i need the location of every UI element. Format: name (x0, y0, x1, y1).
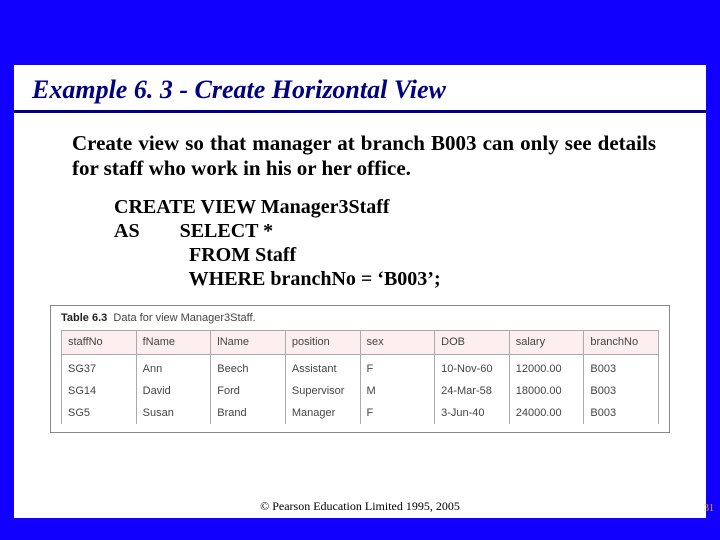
cell: SG37 (62, 354, 137, 380)
cell: Beech (211, 354, 286, 380)
slide-title: Example 6. 3 - Create Horizontal View (32, 75, 688, 105)
cell: Susan (136, 402, 211, 424)
table-caption: Table 6.3 Data for view Manager3Staff. (61, 312, 659, 324)
col-branchno: branchNo (584, 330, 659, 354)
sql-code-block: CREATE VIEW Manager3Staff AS SELECT * FR… (14, 181, 706, 291)
col-dob: DOB (435, 330, 510, 354)
cell: F (360, 354, 435, 380)
col-staffno: staffNo (62, 330, 137, 354)
footer-copyright: © Pearson Education Limited 1995, 2005 (14, 499, 706, 514)
slide-body: Example 6. 3 - Create Horizontal View Cr… (14, 65, 706, 518)
description-text: Create view so that manager at branch B0… (14, 113, 706, 181)
cell: Ann (136, 354, 211, 380)
cell: Supervisor (285, 380, 360, 402)
cell: Assistant (285, 354, 360, 380)
cell: B003 (584, 354, 659, 380)
code-line-2: AS SELECT * (114, 220, 273, 242)
col-salary: salary (509, 330, 584, 354)
cell: David (136, 380, 211, 402)
title-wrap: Example 6. 3 - Create Horizontal View (14, 65, 706, 107)
cell: 18000.00 (509, 380, 584, 402)
cell: SG14 (62, 380, 137, 402)
cell: 24-Mar-58 (435, 380, 510, 402)
cell: SG5 (62, 402, 137, 424)
page-number: 31 (704, 503, 714, 514)
cell: 12000.00 (509, 354, 584, 380)
code-line-4: WHERE branchNo = ‘B003’; (114, 268, 441, 290)
table-caption-bold: Table 6.3 (61, 312, 107, 324)
cell: F (360, 402, 435, 424)
col-sex: sex (360, 330, 435, 354)
table-row: SG5 Susan Brand Manager F 3-Jun-40 24000… (62, 402, 659, 424)
cell: Brand (211, 402, 286, 424)
cell: M (360, 380, 435, 402)
table-figure: Table 6.3 Data for view Manager3Staff. s… (50, 305, 670, 433)
code-line-3: FROM Staff (114, 244, 296, 266)
table-row: SG37 Ann Beech Assistant F 10-Nov-60 120… (62, 354, 659, 380)
cell: 10-Nov-60 (435, 354, 510, 380)
cell: B003 (584, 380, 659, 402)
col-lname: lName (211, 330, 286, 354)
cell: Ford (211, 380, 286, 402)
cell: 3-Jun-40 (435, 402, 510, 424)
table-header-row: staffNo fName lName position sex DOB sal… (62, 330, 659, 354)
table-row: SG14 David Ford Supervisor M 24-Mar-58 1… (62, 380, 659, 402)
cell: Manager (285, 402, 360, 424)
data-table: staffNo fName lName position sex DOB sal… (61, 330, 659, 424)
col-fname: fName (136, 330, 211, 354)
code-line-1: CREATE VIEW Manager3Staff (114, 196, 390, 218)
cell: B003 (584, 402, 659, 424)
table-caption-text: Data for view Manager3Staff. (113, 312, 255, 324)
col-position: position (285, 330, 360, 354)
cell: 24000.00 (509, 402, 584, 424)
